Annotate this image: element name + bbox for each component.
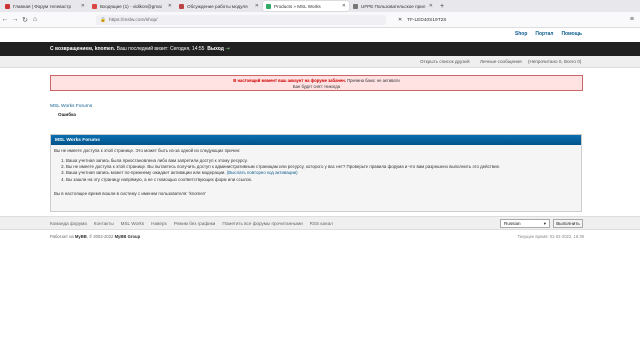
username[interactable]: knomen. xyxy=(95,46,116,52)
close-tab-icon[interactable]: ✕ xyxy=(255,3,259,9)
favicon-icon xyxy=(179,3,184,9)
logged-in-text: Вы в настоящее время вошли в систему с и… xyxy=(54,190,206,196)
footer-link-home[interactable]: MSL Works xyxy=(121,221,144,226)
tab-3[interactable]: Обсуждение работы модуля ✕ xyxy=(176,1,262,11)
ban-notice: В настоящий момент ваш аккаунт на форуме… xyxy=(50,75,583,91)
footer-bar: Команда форума Контакты MSL Works Наверх… xyxy=(0,216,640,230)
address-bar[interactable]: 🔒 https://mslw.com/shop/ xyxy=(96,15,386,25)
forum-header: Shop Портал Помощь xyxy=(0,28,640,42)
buddy-list-link[interactable]: Открыть список друзей xyxy=(420,59,470,64)
language-select[interactable]: Russian ▾ xyxy=(500,219,550,228)
error-intro: Вы не имеете доступа к этой странице. Эт… xyxy=(54,148,241,153)
welcome-text: С возвращением, knomen. Ваш последний ви… xyxy=(50,46,230,52)
reasons-list: Ваша учетная запись была приостановлена … xyxy=(66,158,578,183)
back-icon[interactable]: ← xyxy=(0,16,10,23)
forward-icon[interactable]: → xyxy=(10,16,20,23)
search-text: TF-LED40S19T2S xyxy=(407,17,447,23)
portal-link[interactable]: Портал xyxy=(535,31,553,37)
go-button[interactable]: Выполнить xyxy=(553,219,583,228)
footer-link-lite[interactable]: Режим без графики xyxy=(174,221,216,226)
favicon-icon xyxy=(266,3,271,9)
browser-nav-bar: ← → ↻ ⌂ 🔒 https://mslw.com/shop/ ✕ TF-LE… xyxy=(0,12,640,28)
close-tab-icon[interactable]: ✕ xyxy=(429,3,433,9)
menu-icon[interactable]: ≡ xyxy=(630,16,634,23)
favicon-icon xyxy=(92,3,97,9)
user-panel: С возвращением, knomen. Ваш последний ви… xyxy=(0,42,640,56)
footer-link-team[interactable]: Команда форума xyxy=(50,221,87,226)
close-tab-icon[interactable]: ✕ xyxy=(342,3,346,9)
close-tab-icon[interactable]: ✕ xyxy=(168,3,172,9)
tab-1[interactable]: Главная | Форум телевастр ✕ xyxy=(2,1,88,11)
footer-link-rss[interactable]: RSS канал xyxy=(310,221,333,226)
reason-item: Вы зашли на эту страницу напрямую, а не … xyxy=(66,177,578,183)
chevron-down-icon: ▾ xyxy=(543,221,546,226)
help-link[interactable]: Помощь xyxy=(561,31,582,37)
current-time: Текущее время: 01-02-2022, 16:39 xyxy=(517,234,584,239)
tab-5[interactable]: UFPE Пользовательское прил ✕ xyxy=(350,1,436,11)
url-text: https://mslw.com/shop/ xyxy=(108,17,158,23)
favicon-icon xyxy=(353,3,358,9)
pm-counts: (Непрочитано 0, Всего 0) xyxy=(528,59,582,64)
new-tab-icon[interactable]: + xyxy=(440,3,444,10)
breadcrumb-forum[interactable]: MSL Works Forums xyxy=(50,104,92,109)
powered-by: Работает на MyBB, © 2002-2022 MyBB Group xyxy=(50,234,141,239)
logout-arrow-icon: ⇥ xyxy=(225,46,230,52)
error-box: MSL Works Forums Вы не имеете доступа к … xyxy=(50,134,582,212)
close-icon[interactable]: ✕ xyxy=(398,18,402,23)
footer-link-contact[interactable]: Контакты xyxy=(94,221,114,226)
mybb-link[interactable]: MyBB xyxy=(75,234,87,239)
logout-link[interactable]: Выход xyxy=(207,46,224,52)
user-subnav: Открыть список друзей Личные сообщения (… xyxy=(0,56,640,68)
reload-icon[interactable]: ↻ xyxy=(20,16,30,24)
lock-icon: 🔒 xyxy=(100,17,106,23)
mybb-group-link[interactable]: MyBB Group xyxy=(115,234,141,239)
tab-2[interactable]: Входящие (1) - vidikon@gmai ✕ xyxy=(89,1,175,11)
browser-tab-bar: Главная | Форум телевастр ✕ Входящие (1) … xyxy=(0,0,640,12)
resend-activation-link[interactable]: (Выслать повторно код активации) xyxy=(227,170,298,175)
favicon-icon xyxy=(5,3,10,9)
footer-link-top[interactable]: Наверх xyxy=(151,221,167,226)
pm-link[interactable]: Личные сообщения xyxy=(480,59,522,64)
breadcrumb-current: Ошибка xyxy=(58,112,76,117)
tab-4[interactable]: Products » MSL Works ✕ xyxy=(263,1,349,11)
footer-link-markread[interactable]: Пометить все форумы прочитанными xyxy=(222,221,302,226)
search-field[interactable]: ✕ TF-LED40S19T2S xyxy=(398,15,618,25)
error-box-title: MSL Works Forums xyxy=(51,135,581,145)
close-tab-icon[interactable]: ✕ xyxy=(81,3,85,9)
home-icon[interactable]: ⌂ xyxy=(30,16,40,23)
shop-link[interactable]: Shop xyxy=(515,31,528,37)
